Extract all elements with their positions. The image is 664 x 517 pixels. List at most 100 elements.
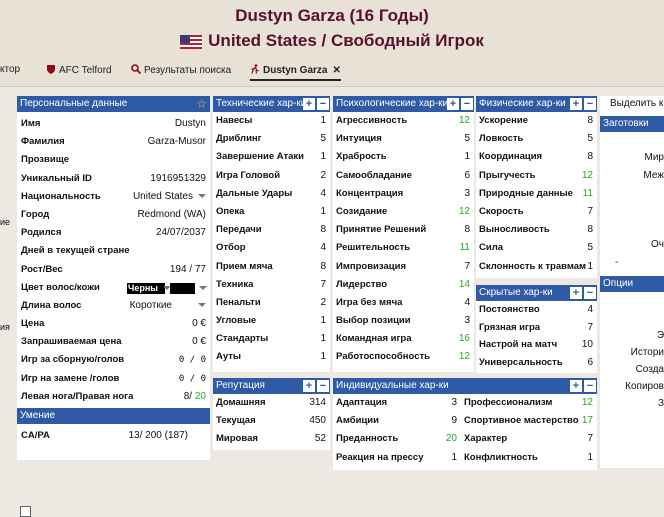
attribute-value[interactable]: 12: [459, 203, 470, 221]
attribute-value[interactable]: 8: [320, 221, 326, 239]
attribute-value[interactable]: 4: [464, 294, 470, 312]
attribute-value[interactable]: 12: [582, 167, 593, 185]
attribute-value[interactable]: 20: [446, 430, 457, 448]
attribute-label: Угловые: [216, 315, 257, 327]
personal-data-panel: Персональные данные ☆ Имя Dustyn Фамилия Ga…: [17, 96, 210, 460]
tab-editor[interactable]: ктор: [0, 64, 20, 75]
attribute-value[interactable]: 3: [464, 312, 470, 330]
option-item[interactable]: Истори: [631, 347, 664, 358]
attribute-value[interactable]: 1: [320, 148, 326, 166]
attribute-value[interactable]: 1: [320, 330, 326, 348]
field-value[interactable]: 24/07/2037: [156, 224, 206, 242]
attribute-value[interactable]: 52: [315, 430, 326, 448]
field-value[interactable]: Garza-Musor: [148, 133, 206, 151]
attribute-value[interactable]: 1: [587, 449, 593, 467]
shield-icon: [47, 65, 55, 74]
attribute-value[interactable]: 17: [582, 412, 593, 430]
attribute-value[interactable]: 4: [320, 239, 326, 257]
attribute-value[interactable]: 5: [320, 130, 326, 148]
field-value[interactable]: 194 / 77: [170, 261, 206, 279]
minus-icon[interactable]: −: [461, 98, 473, 110]
attribute-value[interactable]: 8: [464, 221, 470, 239]
option-item[interactable]: З: [658, 398, 664, 409]
attribute-value[interactable]: 1: [320, 348, 326, 366]
field-value[interactable]: 13/ 200 (187): [129, 427, 189, 445]
minus-icon[interactable]: −: [584, 380, 596, 392]
attribute-value[interactable]: 450: [309, 412, 326, 430]
plus-icon[interactable]: +: [570, 380, 582, 392]
minus-icon[interactable]: −: [317, 98, 329, 110]
attribute-value[interactable]: 8: [587, 221, 593, 239]
field-value[interactable]: Dustyn: [175, 115, 206, 133]
hair-length-dropdown[interactable]: Короткие: [130, 297, 206, 315]
attribute-value[interactable]: 2: [320, 167, 326, 185]
attribute-value[interactable]: 1: [587, 258, 593, 276]
attribute-value[interactable]: 8: [320, 258, 326, 276]
attribute-value[interactable]: 1: [464, 148, 470, 166]
attribute-row: Характер 7: [461, 430, 597, 448]
preset-item[interactable]: Мир: [645, 152, 664, 163]
minus-icon[interactable]: −: [584, 287, 596, 299]
attribute-value[interactable]: 3: [451, 394, 457, 412]
chevron-down-icon[interactable]: [199, 285, 207, 290]
attribute-value[interactable]: 10: [582, 336, 593, 354]
field-value[interactable]: 0 €: [192, 315, 206, 333]
tab-player[interactable]: Dustyn Garza ✕: [250, 64, 341, 81]
field-value[interactable]: 0 / 0: [179, 370, 206, 388]
field-value[interactable]: 0 / 0: [179, 351, 206, 369]
plus-icon[interactable]: +: [303, 380, 315, 392]
option-item[interactable]: Созда: [636, 364, 664, 375]
attribute-value[interactable]: 7: [587, 203, 593, 221]
plus-icon[interactable]: +: [570, 98, 582, 110]
foot-values[interactable]: 8/ 20: [184, 388, 206, 406]
attribute-value[interactable]: 6: [587, 354, 593, 372]
option-item[interactable]: Копиров: [625, 381, 664, 392]
attribute-value[interactable]: 5: [587, 130, 593, 148]
attribute-value[interactable]: 5: [587, 239, 593, 257]
option-item[interactable]: Э: [657, 330, 664, 341]
attribute-value[interactable]: 1: [320, 112, 326, 130]
preset-item[interactable]: Оч: [651, 239, 664, 250]
plus-icon[interactable]: +: [303, 98, 315, 110]
attribute-value[interactable]: 2: [320, 294, 326, 312]
close-tab-icon[interactable]: ✕: [332, 65, 340, 76]
minus-icon[interactable]: −: [317, 380, 329, 392]
attribute-value[interactable]: 16: [459, 330, 470, 348]
attribute-value[interactable]: 6: [464, 167, 470, 185]
attribute-value[interactable]: 5: [464, 130, 470, 148]
attribute-value[interactable]: 7: [320, 276, 326, 294]
select-button[interactable]: Выделить к: [610, 98, 663, 109]
attribute-value[interactable]: 11: [460, 239, 470, 257]
tab-club[interactable]: AFC Telford: [46, 64, 112, 76]
skin-color-swatch[interactable]: [170, 282, 195, 294]
attribute-value[interactable]: 7: [587, 430, 593, 448]
attribute-value[interactable]: 314: [309, 394, 326, 412]
attribute-value[interactable]: 12: [459, 112, 470, 130]
field-value[interactable]: Redmond (WA): [137, 206, 206, 224]
attribute-value[interactable]: 9: [451, 412, 457, 430]
plus-icon[interactable]: +: [570, 287, 582, 299]
attribute-value[interactable]: 4: [320, 185, 326, 203]
preset-item[interactable]: Меж: [643, 170, 664, 181]
attribute-value[interactable]: 3: [464, 185, 470, 203]
star-icon[interactable]: ☆: [196, 96, 207, 112]
attribute-value[interactable]: 11: [583, 185, 593, 203]
attribute-value[interactable]: 14: [459, 276, 470, 294]
attribute-row: Координация 8: [476, 148, 597, 166]
hair-color-dropdown[interactable]: Черны: [127, 282, 165, 294]
attribute-value[interactable]: 12: [459, 348, 470, 366]
attribute-value[interactable]: 4: [587, 301, 593, 319]
minus-icon[interactable]: −: [584, 98, 596, 110]
nationality-dropdown[interactable]: United States: [133, 188, 206, 206]
attribute-value[interactable]: 7: [587, 319, 593, 337]
tab-search-results[interactable]: Результаты поиска: [131, 64, 231, 76]
field-value[interactable]: 0 €: [192, 333, 206, 351]
plus-icon[interactable]: +: [447, 98, 459, 110]
attribute-value[interactable]: 1: [320, 203, 326, 221]
attribute-value[interactable]: 12: [582, 394, 593, 412]
attribute-value[interactable]: 8: [587, 148, 593, 166]
attribute-value[interactable]: 8: [587, 112, 593, 130]
attribute-value[interactable]: 7: [464, 258, 470, 276]
attribute-value[interactable]: 1: [451, 449, 457, 467]
attribute-value[interactable]: 1: [320, 312, 326, 330]
